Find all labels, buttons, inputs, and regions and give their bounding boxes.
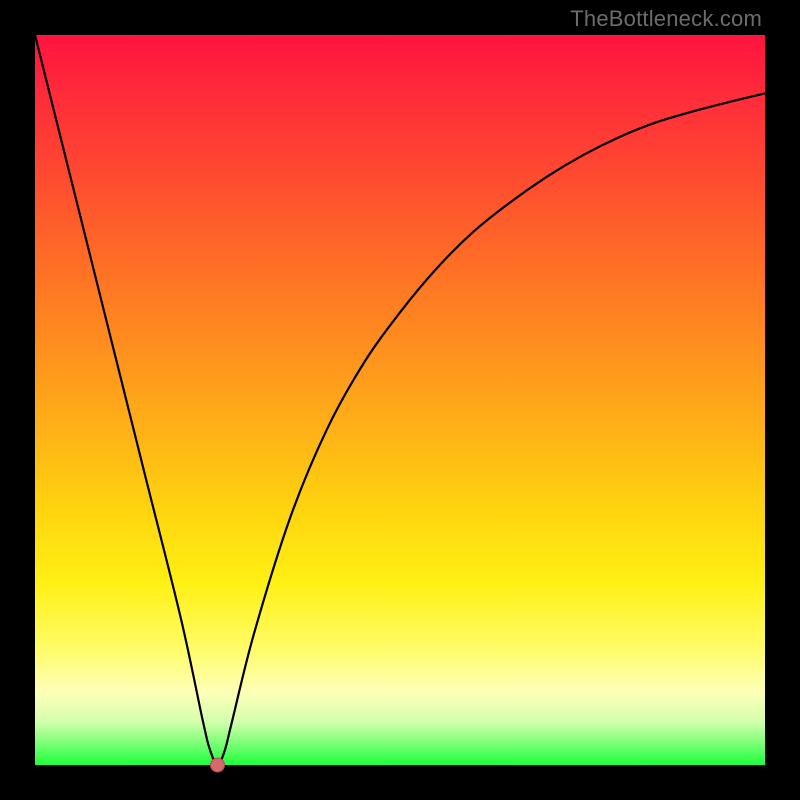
bottleneck-curve [35, 35, 765, 765]
watermark-text: TheBottleneck.com [570, 6, 762, 32]
chart-frame: TheBottleneck.com [0, 0, 800, 800]
plot-area [35, 35, 765, 765]
curve-path [35, 35, 765, 765]
min-marker [211, 758, 225, 772]
